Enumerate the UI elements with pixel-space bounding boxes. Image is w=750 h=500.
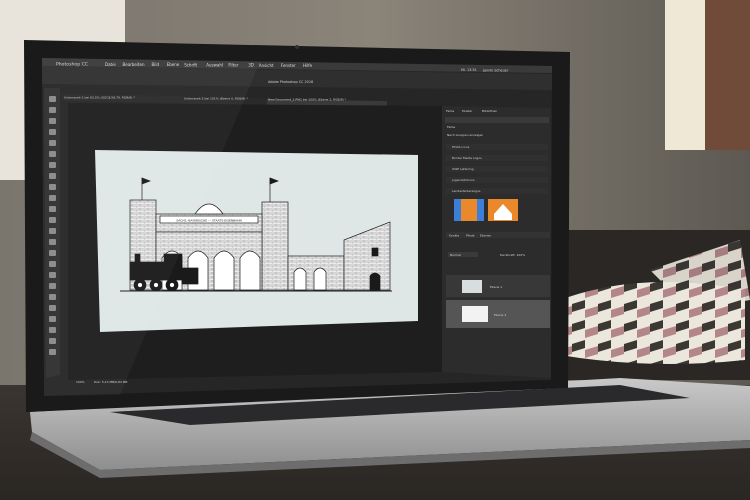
webcam — [295, 45, 299, 49]
panel-tab-library[interactable]: Bibliothek — [482, 109, 497, 113]
layer-1-name: Ebene 1 — [490, 285, 502, 289]
layer-tab-layers[interactable]: Ebenen — [480, 234, 491, 238]
blend-mode-value: Normal — [450, 253, 461, 257]
menubar-clock: Mi. 13:51 — [461, 68, 477, 72]
layer-tab-paths[interactable]: Pfade — [466, 234, 475, 238]
layer-2-thumb — [462, 306, 488, 322]
menu-item[interactable]: Ansicht — [259, 63, 274, 68]
menu-item[interactable]: Fenster — [281, 63, 296, 68]
library-section-label: Border Media Logos — [452, 156, 482, 160]
tab-3-label: New Document_1.PNG bei 100% (Ebene 2, RG… — [268, 98, 347, 102]
swatch-label: Farbe — [447, 125, 455, 129]
library-section-label: FiDAS icons — [452, 145, 470, 149]
library-section-label: Landesfarbenlogos — [452, 189, 481, 193]
panel-tab-swatches[interactable]: Muster — [462, 109, 473, 113]
opacity-label[interactable]: Deckkraft: 100% — [500, 253, 525, 257]
window-frame — [705, 0, 750, 150]
panel-tabs[interactable]: Farbe Muster Bibliothek — [446, 109, 497, 113]
thumb-orange-bar — [461, 199, 477, 221]
library-section-label: Jugendstilicons — [451, 178, 475, 182]
panel-tab-color[interactable]: Farbe — [446, 109, 454, 113]
library-view-label[interactable]: Nach Gruppen anzeigen — [447, 133, 483, 137]
laptop-photo: Photoshop CC Datei Bearbeiten Bild Ebene Sch… — [0, 0, 750, 500]
window-title: Adobe Photoshop CC 2018 — [268, 80, 313, 84]
menubar-user: Jannik Scheuer — [482, 68, 509, 72]
library-search[interactable] — [445, 117, 549, 123]
layer-tab-channels[interactable]: Kanäle — [449, 234, 459, 238]
layer-2-name: Ebene 2 — [494, 313, 506, 317]
layer-1-thumb — [462, 280, 482, 293]
menu-item[interactable]: Hilfe — [303, 63, 313, 68]
library-section-label: OWP Lettering — [452, 167, 474, 171]
